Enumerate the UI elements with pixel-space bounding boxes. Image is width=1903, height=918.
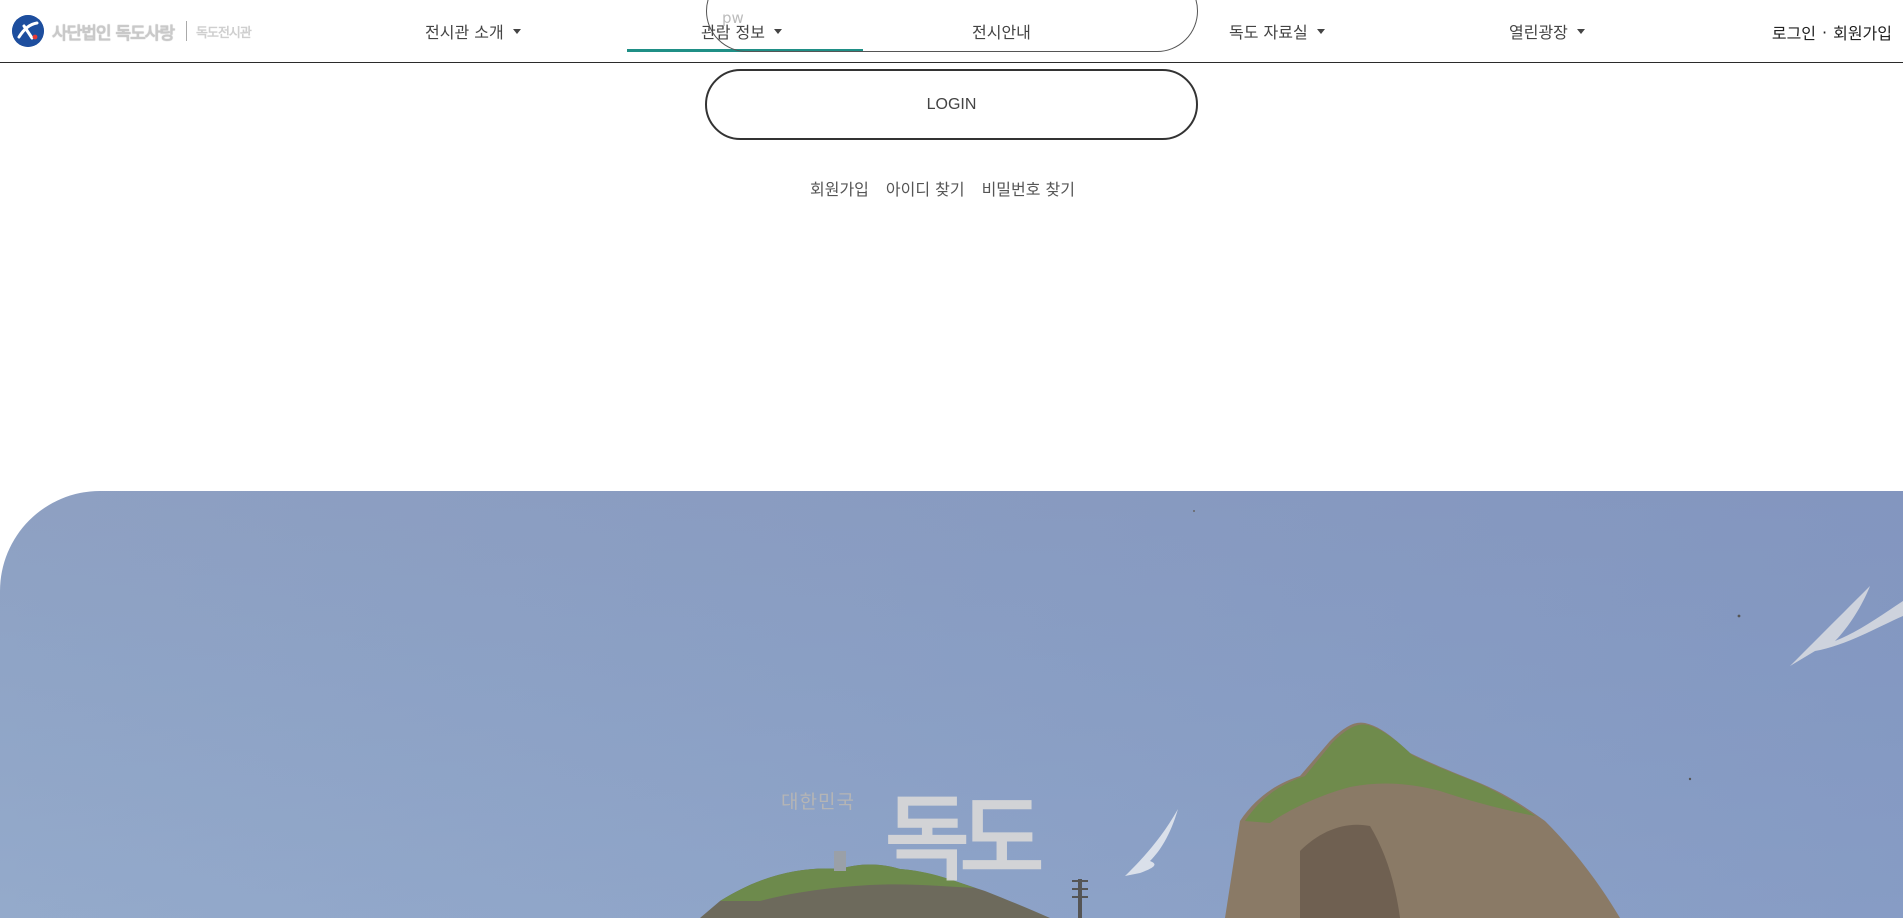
- caret-down-icon: [512, 28, 521, 34]
- hero-banner: 대한민국 독도: [0, 491, 1903, 918]
- nav-item-about[interactable]: 전시관 소개: [425, 19, 521, 43]
- login-link[interactable]: 로그인: [1772, 20, 1816, 44]
- find-password-link[interactable]: 비밀번호 찾기: [982, 176, 1075, 200]
- user-links: 로그인 · 회원가입: [1772, 20, 1892, 44]
- nav-item-label: 독도 자료실: [1229, 23, 1308, 42]
- signup-link-form[interactable]: 회원가입: [810, 176, 869, 200]
- find-id-link[interactable]: 아이디 찾기: [886, 176, 965, 200]
- signup-link[interactable]: 회원가입: [1833, 20, 1892, 44]
- nav-item-archive[interactable]: 독도 자료실: [1229, 19, 1325, 43]
- caret-down-icon: [1316, 28, 1325, 34]
- password-placeholder: pw: [722, 9, 744, 27]
- account-links: 회원가입 아이디 찾기 비밀번호 찾기: [810, 176, 1075, 200]
- nav-item-label: 열린광장: [1509, 23, 1568, 42]
- link-separator: ·: [1822, 22, 1828, 42]
- caret-down-icon: [1576, 28, 1585, 34]
- nav-item-open-square[interactable]: 열린광장: [1509, 19, 1585, 43]
- hero-subtitle: 대한민국: [781, 791, 855, 813]
- login-button[interactable]: LOGIN: [705, 69, 1198, 140]
- nav-item-label: 전시관 소개: [425, 23, 504, 42]
- hero-title: 독도: [885, 785, 1044, 893]
- password-field[interactable]: [706, 0, 1198, 52]
